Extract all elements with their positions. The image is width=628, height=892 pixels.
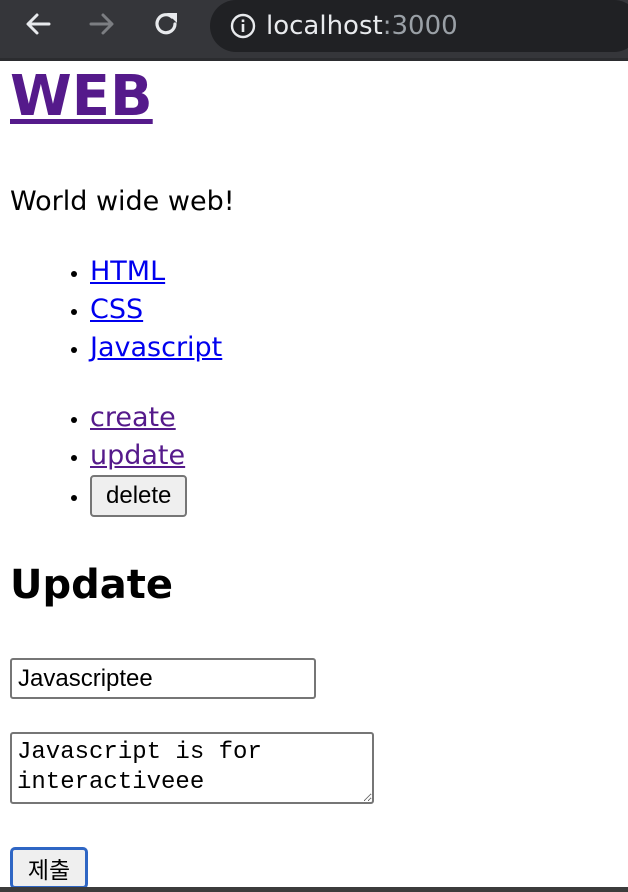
create-link[interactable]: create	[90, 402, 176, 433]
title-input[interactable]	[10, 658, 316, 699]
body-textarea[interactable]: Javascript is for interactiveee	[10, 732, 374, 804]
topic-list: HTML CSS Javascript	[10, 253, 222, 367]
reload-button[interactable]	[150, 8, 182, 40]
update-link[interactable]: update	[90, 440, 185, 471]
url-port: :3000	[382, 11, 458, 41]
page-content: WEB World wide web! HTML CSS Javascript …	[0, 61, 628, 889]
list-item: delete	[90, 475, 188, 517]
topic-link-css[interactable]: CSS	[90, 294, 143, 325]
window-bottom-edge	[0, 887, 628, 892]
control-list: create update delete	[10, 399, 188, 517]
url-text: localhost:3000	[266, 11, 458, 41]
browser-toolbar: localhost:3000	[0, 0, 628, 61]
list-item: update	[90, 437, 187, 475]
info-icon[interactable]	[230, 13, 256, 39]
back-arrow-icon	[26, 13, 51, 35]
reload-icon	[155, 13, 177, 35]
site-title-link[interactable]: WEB	[10, 64, 153, 129]
site-title: WEB	[10, 64, 153, 130]
forward-button[interactable]	[86, 8, 118, 40]
list-item: create	[90, 399, 187, 437]
page-description: World wide web!	[10, 186, 235, 217]
forward-arrow-icon	[89, 13, 114, 35]
form-heading: Update	[10, 562, 173, 608]
url-host: localhost	[266, 11, 383, 41]
list-item: HTML	[90, 253, 222, 291]
list-item: CSS	[90, 291, 222, 329]
back-button[interactable]	[22, 8, 54, 40]
topic-link-javascript[interactable]: Javascript	[90, 332, 222, 363]
delete-button[interactable]: delete	[90, 475, 188, 517]
topic-link-html[interactable]: HTML	[90, 256, 165, 287]
submit-button[interactable]: 제출	[10, 847, 88, 889]
list-item: Javascript	[90, 329, 222, 367]
address-bar[interactable]: localhost:3000	[210, 0, 628, 52]
